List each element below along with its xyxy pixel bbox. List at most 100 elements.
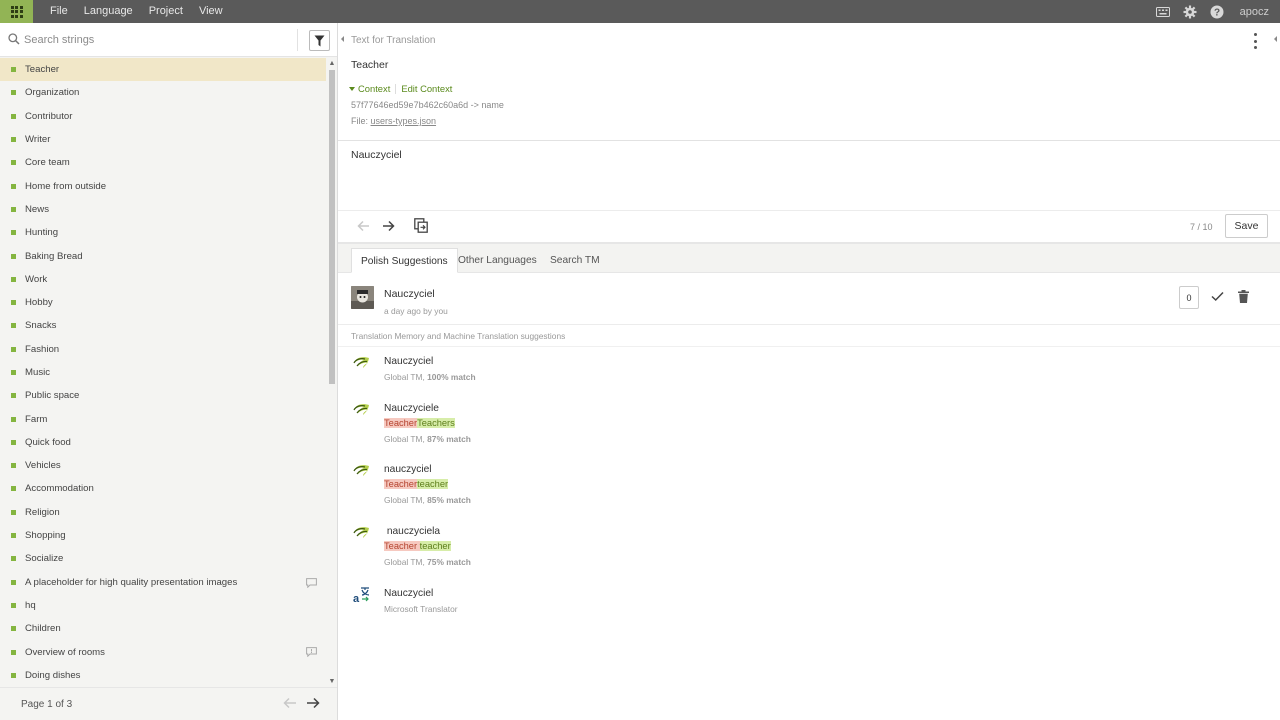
comment-icon[interactable] <box>306 577 317 591</box>
tab-other-languages[interactable]: Other Languages <box>449 248 546 273</box>
string-list-item[interactable]: Shopping <box>0 524 326 547</box>
gear-icon[interactable] <box>1177 0 1204 23</box>
apps-menu-button[interactable] <box>0 0 33 23</box>
string-list-item[interactable]: Accommodation <box>0 477 326 500</box>
search-bar <box>0 23 337 57</box>
tm-suggestion-text[interactable]: Nauczyciel <box>384 356 433 367</box>
status-square-icon <box>11 556 16 562</box>
approve-check-icon[interactable] <box>1211 291 1224 305</box>
string-list-item[interactable]: Snacks <box>0 314 326 337</box>
string-list-item[interactable]: Socialize <box>0 547 326 570</box>
page-label: Page 1 of 3 <box>21 698 73 710</box>
edit-context-link[interactable]: Edit Context <box>401 83 452 94</box>
file-link[interactable]: users-types.json <box>371 116 437 126</box>
menu-view[interactable]: View <box>191 0 231 23</box>
divider <box>297 29 298 51</box>
translation-input[interactable]: Nauczyciel <box>351 149 402 161</box>
help-icon[interactable]: ? <box>1204 0 1231 23</box>
string-list-item[interactable]: Children <box>0 617 326 640</box>
status-square-icon <box>11 649 16 655</box>
match-percent: 85% match <box>427 495 471 505</box>
menu-file[interactable]: File <box>42 0 76 23</box>
string-label: Vehicles <box>25 460 61 472</box>
string-list-item[interactable]: Fashion <box>0 338 326 361</box>
diff-deleted: Teacher <box>384 541 420 551</box>
string-list-item[interactable]: Writer <box>0 128 326 151</box>
tm-source-label: Microsoft Translator <box>384 604 458 614</box>
scroll-up-icon[interactable]: ▲ <box>327 58 337 68</box>
string-label: Farm <box>25 413 48 425</box>
status-square-icon <box>11 486 16 492</box>
diff-deleted: Teacher <box>384 479 418 489</box>
string-list-item[interactable]: Public space <box>0 384 326 407</box>
tab-search-tm[interactable]: Search TM <box>541 248 609 273</box>
string-list-item[interactable]: Baking Bread <box>0 244 326 267</box>
status-square-icon <box>11 253 16 259</box>
divider <box>395 83 397 94</box>
string-list-item[interactable]: Overview of rooms <box>0 640 326 663</box>
context-toggle[interactable]: Context <box>358 83 390 94</box>
status-square-icon <box>11 416 16 422</box>
file-prefix: File: <box>351 116 371 126</box>
string-label: Baking Bread <box>25 250 83 262</box>
match-percent: 87% match <box>427 434 471 444</box>
tm-suggestion-text[interactable]: Nauczyciele <box>384 403 439 414</box>
tm-suggestion-text[interactable]: nauczyciela <box>384 526 440 537</box>
next-string-icon[interactable] <box>382 220 395 235</box>
user-menu[interactable]: apocz <box>1240 6 1269 18</box>
previous-string-icon[interactable] <box>357 220 370 235</box>
search-input[interactable] <box>24 31 294 49</box>
next-page-icon[interactable] <box>306 697 320 712</box>
comment-alert-icon[interactable] <box>306 647 317 660</box>
trash-icon[interactable] <box>1238 290 1249 306</box>
suggestion-text[interactable]: Nauczyciel <box>384 288 435 300</box>
tm-source: Global TM, 85% match <box>384 495 471 505</box>
string-list-item[interactable]: Music <box>0 361 326 384</box>
string-list-item[interactable]: Farm <box>0 407 326 430</box>
microsoft-translator-icon: a <box>353 587 370 607</box>
string-list-item[interactable]: Organization <box>0 81 326 104</box>
match-percent: 75% match <box>427 557 471 567</box>
copy-source-icon[interactable] <box>414 218 428 236</box>
tm-suggestion-text[interactable]: nauczyciel <box>384 464 432 475</box>
string-list-item[interactable]: Hobby <box>0 291 326 314</box>
collapse-right-icon[interactable] <box>1274 36 1277 42</box>
string-list-item[interactable]: Home from outside <box>0 174 326 197</box>
collapse-left-icon[interactable] <box>341 36 344 42</box>
save-button[interactable]: Save <box>1225 214 1268 238</box>
tm-suggestion-text[interactable]: Nauczyciel <box>384 588 433 599</box>
string-list-item[interactable]: A placeholder for high quality presentat… <box>0 571 326 594</box>
scroll-down-icon[interactable]: ▼ <box>327 676 337 686</box>
status-square-icon <box>11 90 16 96</box>
string-list-item[interactable]: Hunting <box>0 221 326 244</box>
triangle-down-icon[interactable] <box>349 86 355 91</box>
keyboard-icon[interactable] <box>1150 0 1177 23</box>
crowdin-tm-icon <box>353 403 370 419</box>
menu-project[interactable]: Project <box>141 0 191 23</box>
string-list-item[interactable]: Vehicles <box>0 454 326 477</box>
string-list-item[interactable]: Core team <box>0 151 326 174</box>
scrollbar-thumb[interactable] <box>329 70 335 384</box>
scrollbar[interactable]: ▲ ▼ <box>327 58 337 686</box>
string-list-item[interactable]: Doing dishes <box>0 664 326 683</box>
tm-diff: TeacherTeachers <box>384 418 455 428</box>
string-list-item[interactable]: Teacher <box>0 58 326 82</box>
string-list-item[interactable]: Work <box>0 268 326 291</box>
status-square-icon <box>11 602 16 608</box>
tab-polish-suggestions[interactable]: Polish Suggestions <box>351 248 458 273</box>
filter-button[interactable] <box>309 30 330 51</box>
tm-source: Microsoft Translator <box>384 604 458 614</box>
status-square-icon <box>11 67 16 73</box>
string-label: Overview of rooms <box>25 646 105 658</box>
string-list-item[interactable]: Quick food <box>0 431 326 454</box>
strings-panel: Teacher Organization Contributor Writer Core… <box>0 23 338 720</box>
previous-page-icon[interactable] <box>283 697 297 712</box>
more-options-icon[interactable] <box>1249 33 1261 49</box>
menu-language[interactable]: Language <box>76 0 141 23</box>
string-list-item[interactable]: hq <box>0 594 326 617</box>
string-list-item[interactable]: Contributor <box>0 105 326 128</box>
status-square-icon <box>11 672 16 678</box>
string-list-item[interactable]: News <box>0 198 326 221</box>
string-list-item[interactable]: Religion <box>0 501 326 524</box>
avatar <box>351 286 374 309</box>
